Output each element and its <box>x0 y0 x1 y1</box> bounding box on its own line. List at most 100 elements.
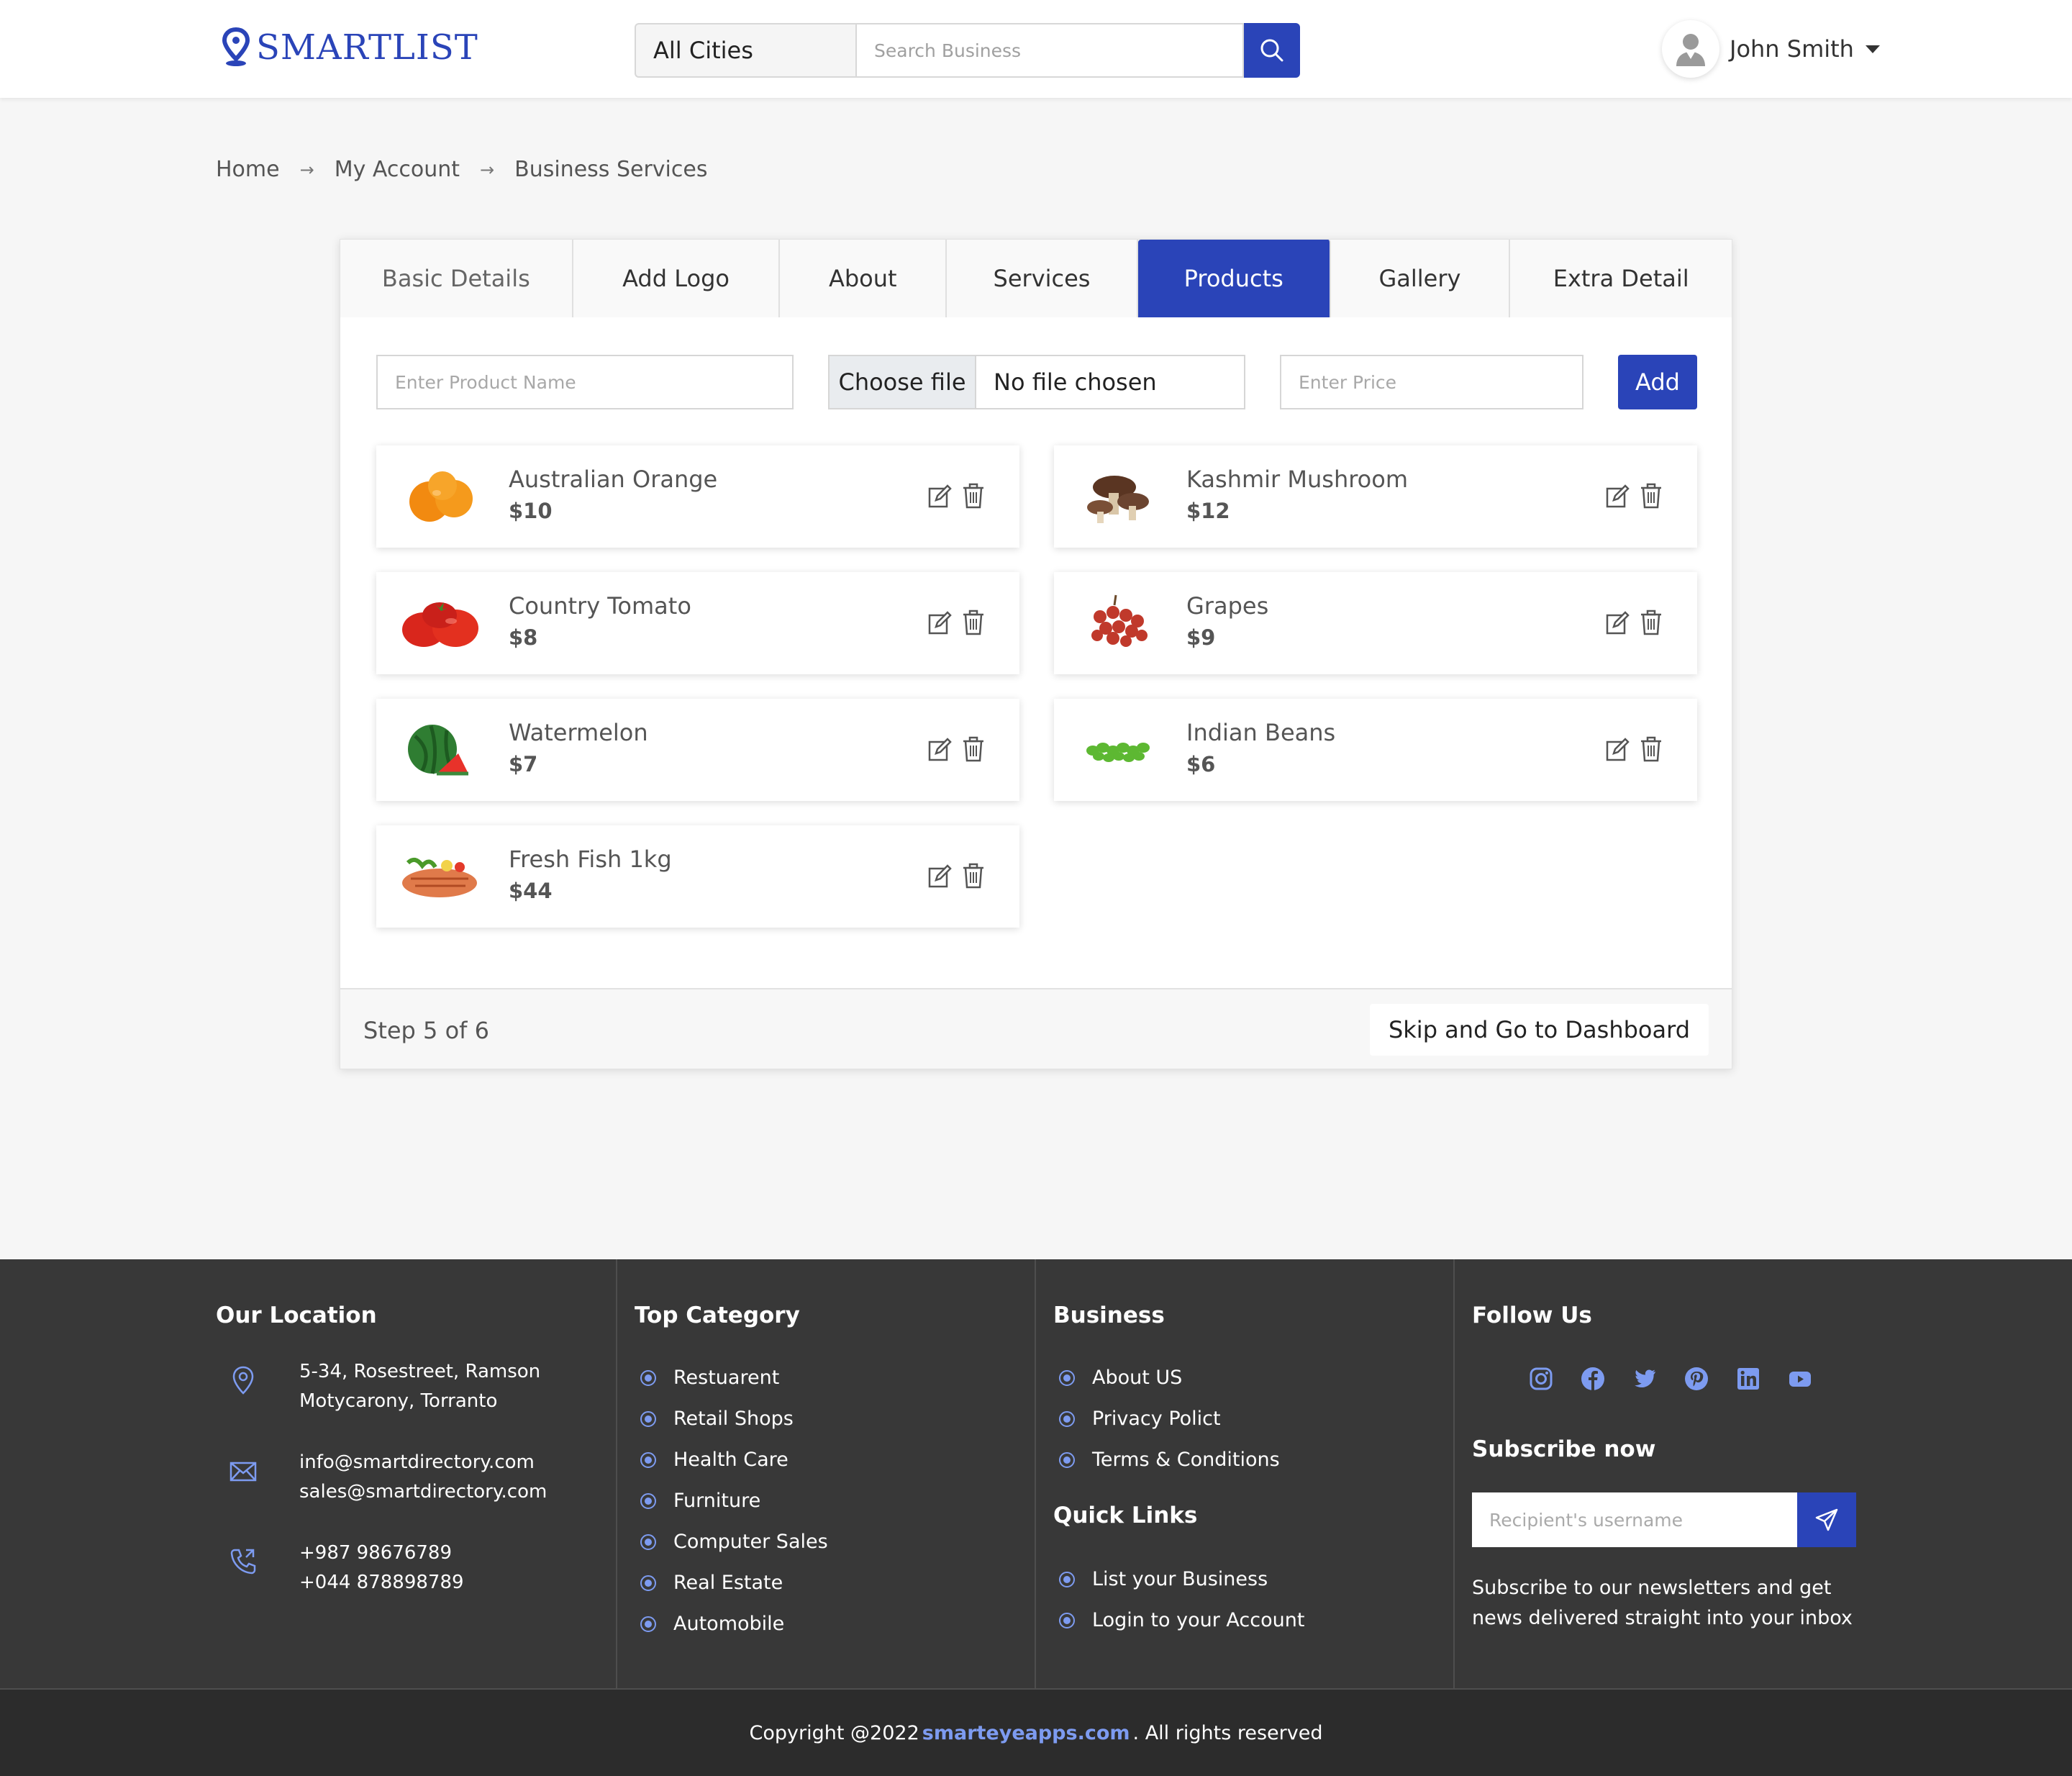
edit-icon[interactable] <box>927 738 952 762</box>
edit-icon[interactable] <box>927 611 952 635</box>
tab-add-logo[interactable]: Add Logo <box>573 240 781 317</box>
edit-icon[interactable] <box>927 864 952 889</box>
copyright-suffix: . All rights reserved <box>1132 1721 1323 1744</box>
bullet-icon <box>1059 1369 1075 1386</box>
list-item[interactable]: Health Care <box>640 1439 828 1480</box>
product-card: Country Tomato $8 <box>376 572 1019 674</box>
mushroom-image <box>1087 476 1149 523</box>
copyright-prefix: Copyright @2022 <box>749 1721 919 1744</box>
chevron-down-icon <box>1865 45 1880 53</box>
breadcrumb: Home → My Account → Business Services <box>216 157 707 182</box>
product-card: Indian Beans $6 <box>1054 699 1697 801</box>
city-select[interactable]: All Cities <box>635 23 855 78</box>
logo[interactable]: SMARTLIST <box>220 27 478 68</box>
trash-icon[interactable] <box>962 863 985 889</box>
product-name: Australian Orange <box>509 466 718 493</box>
list-item[interactable]: Retail Shops <box>640 1398 828 1439</box>
location-pin-icon <box>232 1366 254 1395</box>
tab-services[interactable]: Services <box>947 240 1138 317</box>
trash-icon[interactable] <box>1640 483 1663 509</box>
list-item[interactable]: Restuarent <box>640 1357 828 1398</box>
phone-text: +987 98676789 +044 878898789 <box>299 1542 464 1593</box>
quick-links-heading: Quick Links <box>1053 1503 1198 1528</box>
bullet-icon <box>1059 1612 1075 1628</box>
product-image-file-input[interactable]: Choose file No file chosen <box>828 355 1245 409</box>
footer-divider <box>1035 1259 1036 1688</box>
tab-gallery[interactable]: Gallery <box>1330 240 1511 317</box>
top-category-list: Restuarent Retail Shops Health Care Furn… <box>640 1357 828 1644</box>
user-menu[interactable]: John Smith <box>1662 20 1880 78</box>
site-header: SMARTLIST All Cities John Smith <box>0 0 2072 98</box>
facebook-icon[interactable] <box>1580 1366 1606 1392</box>
search-input[interactable] <box>855 23 1244 78</box>
trash-icon[interactable] <box>962 610 985 635</box>
bullet-icon <box>640 1451 656 1468</box>
product-name: Country Tomato <box>509 592 691 620</box>
skip-to-dashboard-button[interactable]: Skip and Go to Dashboard <box>1369 1004 1709 1056</box>
add-product-button[interactable]: Add <box>1618 355 1697 409</box>
list-item[interactable]: Terms & Conditions <box>1059 1439 1280 1480</box>
breadcrumb-my-account[interactable]: My Account <box>335 157 460 182</box>
list-item[interactable]: Computer Sales <box>640 1521 828 1562</box>
bullet-icon <box>640 1410 656 1427</box>
address-text: 5-34, Rosestreet, Ramson Motycarony, Tor… <box>299 1361 541 1412</box>
trash-icon[interactable] <box>1640 736 1663 762</box>
bullet-icon <box>640 1369 656 1386</box>
linkedin-icon[interactable] <box>1735 1366 1761 1392</box>
edit-icon[interactable] <box>927 484 952 509</box>
product-card: Fresh Fish 1kg $44 <box>376 825 1019 928</box>
footer-divider <box>1453 1259 1455 1688</box>
choose-file-button[interactable]: Choose file <box>830 356 976 408</box>
instagram-icon[interactable] <box>1528 1366 1554 1392</box>
list-item[interactable]: List your Business <box>1059 1559 1304 1600</box>
company-link[interactable]: smarteyeapps.com <box>922 1722 1130 1744</box>
map-pin-icon <box>222 27 250 66</box>
edit-icon[interactable] <box>1605 484 1630 509</box>
tomato-image <box>402 602 478 647</box>
step-indicator: Step 5 of 6 <box>363 1017 489 1044</box>
subscribe-note: Subscribe to our newsletters and get new… <box>1472 1577 1853 1629</box>
list-item[interactable]: About US <box>1059 1357 1280 1398</box>
price-input[interactable]: Enter Price <box>1280 355 1583 409</box>
business-list: About US Privacy Polict Terms & Conditio… <box>1059 1357 1280 1480</box>
youtube-icon[interactable] <box>1787 1366 1813 1392</box>
bullet-icon <box>1059 1410 1075 1427</box>
edit-icon[interactable] <box>1605 611 1630 635</box>
arrow-right-icon: → <box>299 159 314 180</box>
product-name: Indian Beans <box>1186 719 1336 746</box>
product-name: Kashmir Mushroom <box>1186 466 1408 493</box>
subscribe-email-input[interactable]: Recipient's username <box>1472 1492 1797 1547</box>
trash-icon[interactable] <box>962 736 985 762</box>
phone-icon <box>230 1549 256 1575</box>
bullet-icon <box>1059 1451 1075 1468</box>
follow-us-heading: Follow Us <box>1472 1302 1592 1328</box>
list-item[interactable]: Login to your Account <box>1059 1600 1304 1641</box>
breadcrumb-home[interactable]: Home <box>216 157 280 182</box>
edit-icon[interactable] <box>1605 738 1630 762</box>
tab-products[interactable]: Products <box>1137 240 1331 317</box>
phone-item: +987 98676789 +044 878898789 <box>216 1539 464 1598</box>
product-price: $12 <box>1186 499 1230 523</box>
tab-about[interactable]: About <box>780 240 948 317</box>
search-button[interactable] <box>1244 23 1300 78</box>
trash-icon[interactable] <box>1640 610 1663 635</box>
quick-links-list: List your Business Login to your Account <box>1059 1559 1304 1641</box>
tab-extra-detail[interactable]: Extra Detail <box>1510 240 1732 317</box>
business-heading: Business <box>1053 1302 1165 1328</box>
avatar <box>1662 20 1719 78</box>
trash-icon[interactable] <box>962 483 985 509</box>
product-name-input[interactable]: Enter Product Name <box>376 355 794 409</box>
watermelon-image <box>408 725 468 776</box>
footer-divider <box>616 1259 617 1688</box>
copyright-bar: Copyright @2022 smarteyeapps.com . All r… <box>0 1688 2072 1776</box>
list-item[interactable]: Real Estate <box>640 1562 828 1603</box>
subscribe-send-button[interactable] <box>1797 1492 1856 1547</box>
twitter-icon[interactable] <box>1632 1366 1658 1392</box>
list-item[interactable]: Automobile <box>640 1603 828 1644</box>
list-item[interactable]: Privacy Polict <box>1059 1398 1280 1439</box>
step-tabs: Basic Details Add Logo About Services Pr… <box>340 240 1732 317</box>
product-name: Grapes <box>1186 592 1269 620</box>
pinterest-icon[interactable] <box>1684 1366 1709 1392</box>
list-item[interactable]: Furniture <box>640 1480 828 1521</box>
tab-basic-details[interactable]: Basic Details <box>340 240 573 317</box>
